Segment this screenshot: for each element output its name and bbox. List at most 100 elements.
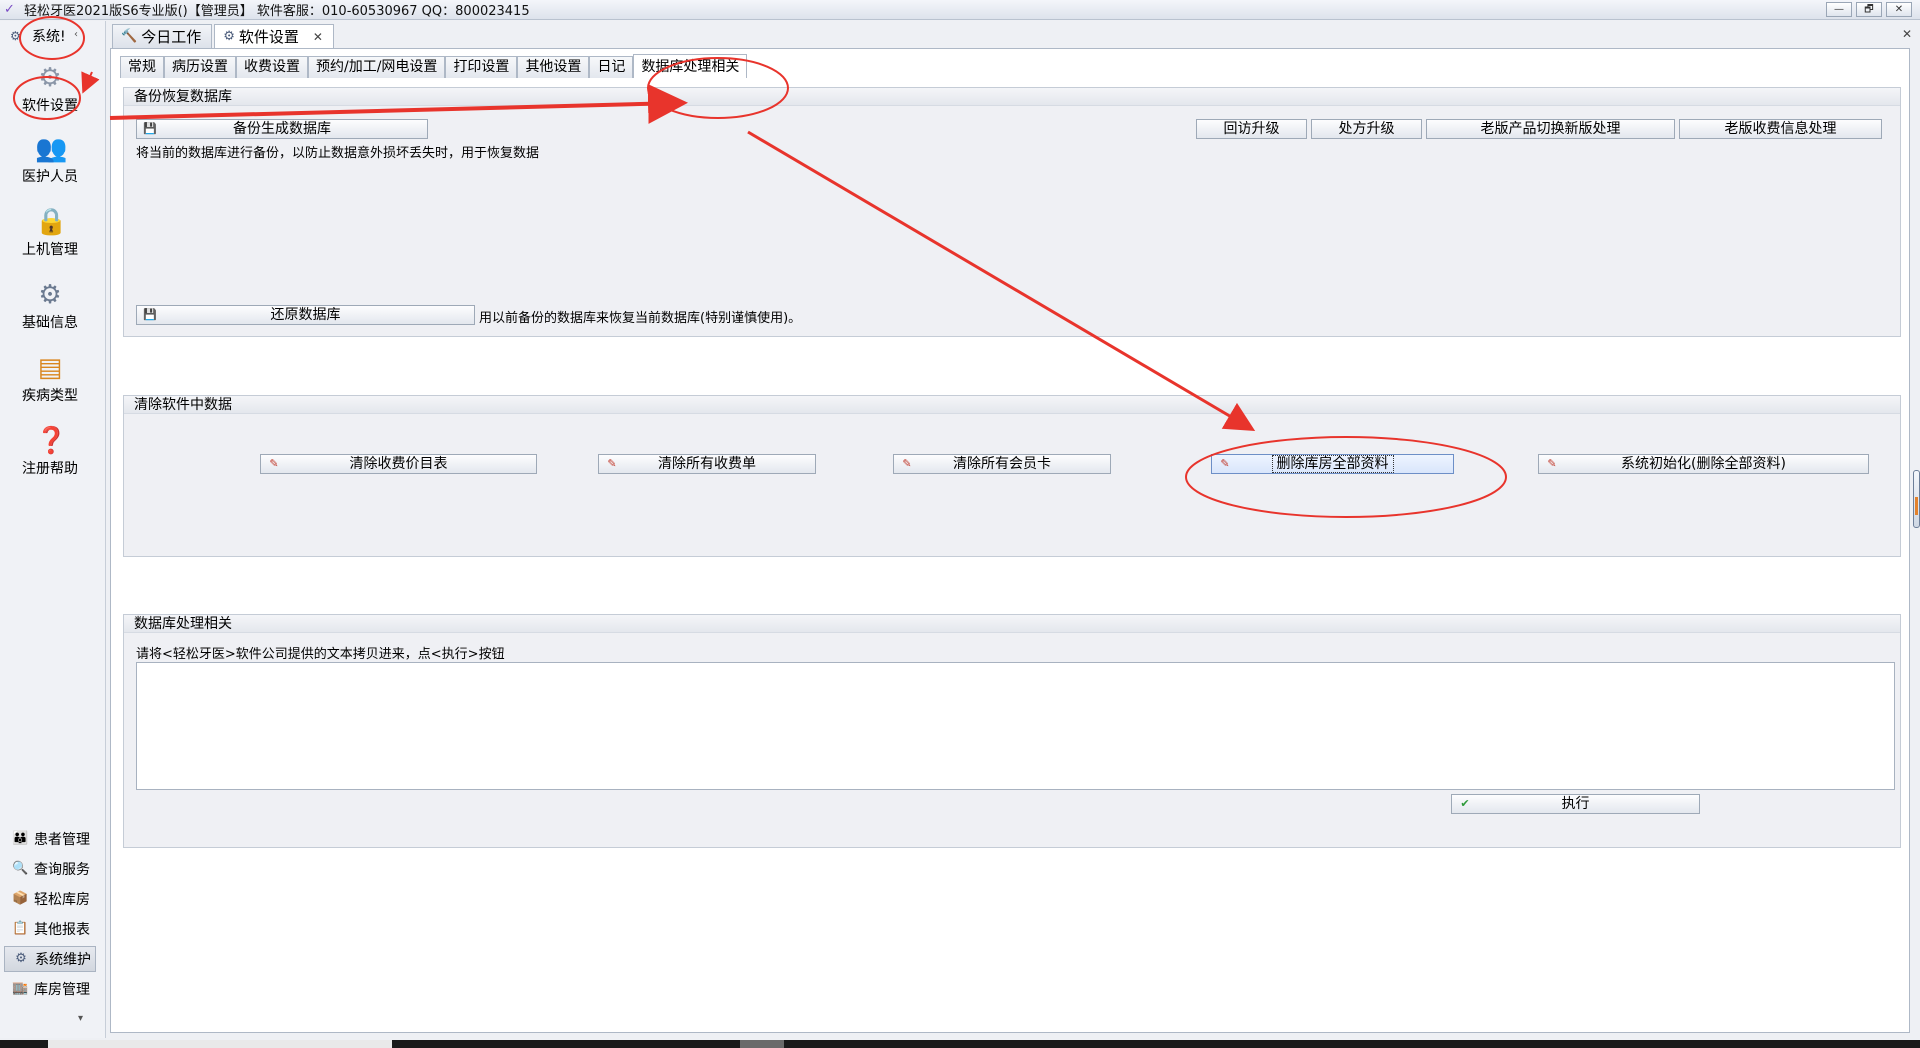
prescription-upgrade-button[interactable]: 处方升级 [1311,119,1422,139]
taskbar-item[interactable] [740,1040,784,1048]
help-book-icon: ❓ [35,426,68,456]
sidebar-item-medical-staff[interactable]: 👥 医护人员 [0,134,100,194]
eraser-icon: ✎ [1220,457,1230,470]
gear-icon: ⚙ [223,29,235,44]
gear-icon: ⚙ [38,63,62,93]
taskbar-item[interactable] [48,1040,392,1048]
taskbar [0,1040,1920,1048]
window-controls: — 🗗 ✕ [1826,2,1912,17]
window-titlebar: ✓ 轻松牙医2021版S6专业版()【管理员】 软件客服：010-6053096… [0,0,1920,20]
main-area: 🔨 今日工作 ⚙ 软件设置 ✕ ✕ 常规 病历设置 收费设置 预约/加工/网电设… [108,21,1920,1038]
sidebar-item-warehouse-management[interactable]: 🏬 库房管理 [4,976,96,1002]
restore-button[interactable]: 🗗 [1856,2,1882,17]
sidebar-item-label: 查询服务 [34,862,90,878]
tab-database-related[interactable]: 数据库处理相关 [633,54,748,78]
sidebar-item-label: 患者管理 [34,832,90,848]
eraser-icon: ✎ [1547,457,1557,470]
sidebar-item-label: 医护人员 [22,169,78,185]
close-window-button[interactable]: ✕ [1886,2,1912,17]
system-initialize-button[interactable]: ✎ 系统初始化(删除全部资料) [1538,454,1869,474]
sidebar-item-label: 注册帮助 [22,461,78,477]
minimize-button[interactable]: — [1826,2,1852,17]
clear-data-group: 清除软件中数据 [123,395,1901,557]
sidebar-item-label: 系统维护 [35,952,91,968]
close-panel-icon[interactable]: ✕ [1902,27,1912,41]
gear-icon: ⚙ [15,951,27,966]
sidebar-item-label: 基础信息 [22,315,78,331]
gear-icon: ⚙ [10,29,21,43]
tab-print-settings[interactable]: 打印设置 [445,56,518,78]
save-icon: 💾 [143,122,157,135]
sidebar-item-system-maintenance[interactable]: ⚙ 系统维护 [4,946,96,972]
warehouse-icon: 🏬 [12,981,29,996]
sidebar-item-basic-info[interactable]: ⚙ 基础信息 [0,280,100,340]
execute-button[interactable]: ✔ 执行 [1451,794,1700,814]
backup-note: 将当前的数据库进行备份，以防止数据意外损坏丢失时，用于恢复数据 [136,146,540,161]
tab-medical-record-settings[interactable]: 病历设置 [164,56,236,78]
sidebar-item-login-management[interactable]: 🔒 上机管理 [0,207,100,267]
tree-icon: ▤ [37,353,63,383]
sidebar-item-label: 其他报表 [34,922,90,938]
group-title: 清除软件中数据 [124,396,1900,414]
sidebar-item-easy-warehouse[interactable]: 📦 轻松库房 [4,886,96,912]
more-items-icon[interactable]: ▾ [78,1013,83,1024]
delete-all-warehouse-data-button[interactable]: ✎ 删除库房全部资料 [1211,454,1454,474]
eraser-icon: ✎ [902,457,912,470]
tab-diary[interactable]: 日记 [589,56,634,78]
clear-all-member-cards-button[interactable]: ✎ 清除所有会员卡 [893,454,1111,474]
backup-database-button[interactable]: 💾 备份生成数据库 [136,119,428,139]
sidebar: ⚙ 系统! ‹ ⚙ 软件设置 👥 医护人员 🔒 上机管理 ⚙ 基础信息 ▤ 疾病… [0,21,106,1038]
restore-icon: 💾 [143,308,157,321]
sidebar-item-label: 轻松库房 [34,892,90,908]
group-title: 数据库处理相关 [124,615,1900,633]
sidebar-item-disease-types[interactable]: ▤ 疾病类型 [0,353,100,413]
restore-note: 用以前备份的数据库来恢复当前数据库(特别谨慎使用)。 [479,311,802,326]
report-icon: 📋 [12,921,29,936]
work-icon: 🔨 [121,29,138,44]
tab-charge-settings[interactable]: 收费设置 [236,56,308,78]
sidebar-item-query-service[interactable]: 🔍 查询服务 [4,856,96,882]
tab-label: 今日工作 [141,28,202,46]
search-icon: 🔍 [12,861,29,876]
people-icon: 👪 [12,831,29,846]
collapse-icon[interactable]: ‹ [74,29,78,40]
sidebar-item-label: 库房管理 [34,982,90,998]
sidebar-header[interactable]: ⚙ 系统! ‹ [4,25,102,47]
staff-icon: 👥 [35,134,68,164]
eraser-icon: ✎ [269,457,279,470]
sidebar-item-patient-management[interactable]: 👪 患者管理 [4,826,96,852]
restore-database-button[interactable]: 💾 还原数据库 [136,305,475,325]
tab-today-work[interactable]: 🔨 今日工作 [112,24,213,48]
tab-other-settings[interactable]: 其他设置 [517,56,590,78]
group-title: 备份恢复数据库 [124,88,1900,106]
sidebar-item-label: 疾病类型 [22,388,78,404]
legacy-charge-info-button[interactable]: 老版收费信息处理 [1679,119,1882,139]
settings-doc-icon: ⚙ [38,280,62,310]
close-tab-icon[interactable]: ✕ [313,30,323,44]
clear-price-list-button[interactable]: ✎ 清除收费价目表 [260,454,537,474]
database-script-textarea[interactable] [136,662,1895,790]
sidebar-item-software-settings[interactable]: ⚙ 软件设置 [0,63,100,123]
app-logo-icon: ✓ [4,1,15,17]
follow-up-upgrade-button[interactable]: 回访升级 [1196,119,1307,139]
window-scroll-thumb[interactable] [1913,470,1920,528]
box-icon: 📦 [12,891,29,906]
sidebar-item-register-help[interactable]: ❓ 注册帮助 [0,426,100,486]
tab-label: 软件设置 [238,28,299,46]
clear-all-receipts-button[interactable]: ✎ 清除所有收费单 [598,454,816,474]
lock-icon: 🔒 [35,207,68,237]
sidebar-item-label: 上机管理 [22,242,78,258]
settings-tabs: 常规 病历设置 收费设置 预约/加工/网电设置 打印设置 其他设置 日记 数据库… [120,54,748,78]
legacy-product-switch-button[interactable]: 老版产品切换新版处理 [1426,119,1675,139]
sidebar-item-other-reports[interactable]: 📋 其他报表 [4,916,96,942]
sidebar-item-label: 软件设置 [22,98,78,114]
database-instruction: 请将<轻松牙医>软件公司提供的文本拷贝进来，点<执行>按钮 [136,647,505,662]
sidebar-header-label: 系统! [32,29,66,45]
eraser-icon: ✎ [607,457,617,470]
document-tabs: 🔨 今日工作 ⚙ 软件设置 ✕ [112,24,336,48]
check-icon: ✔ [1460,797,1470,810]
window-title: 轻松牙医2021版S6专业版()【管理员】 软件客服：010-60530967 … [24,4,530,19]
tab-software-settings[interactable]: ⚙ 软件设置 ✕ [214,24,334,48]
tab-appointment-settings[interactable]: 预约/加工/网电设置 [308,56,446,78]
tab-general[interactable]: 常规 [120,56,164,78]
